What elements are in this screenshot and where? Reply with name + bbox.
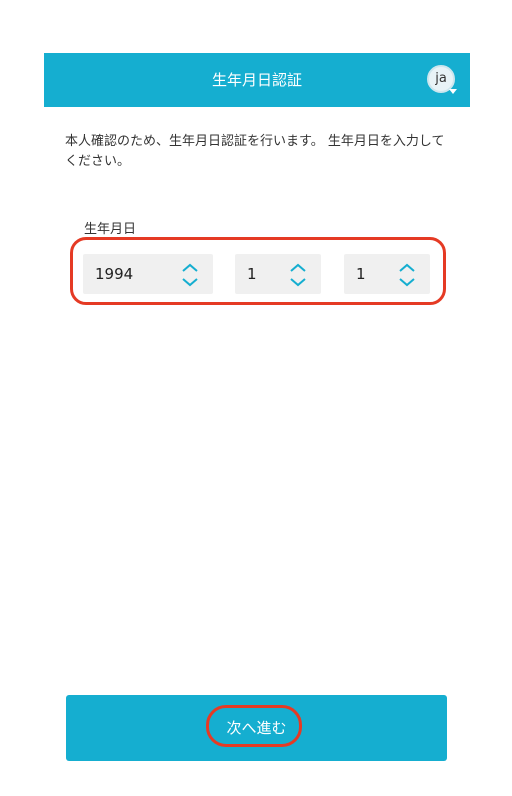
- month-picker[interactable]: 1: [235, 254, 321, 294]
- year-value: 1994: [95, 265, 134, 283]
- day-value: 1: [356, 265, 366, 283]
- dob-label: 生年月日: [84, 222, 137, 237]
- caret-down-icon: [449, 89, 457, 94]
- next-button-label: 次へ進む: [226, 719, 287, 737]
- app-header: 生年月日認証 ja: [44, 53, 470, 107]
- instruction-text: 本人確認のため、生年月日認証を行います。 生年月日を入力してください。: [65, 134, 445, 169]
- language-code: ja: [435, 71, 447, 86]
- chevron-up-down-icon[interactable]: [181, 262, 199, 288]
- next-button[interactable]: 次へ進む: [66, 695, 447, 761]
- dob-picker-group: 1994 1 1: [70, 237, 446, 305]
- day-picker[interactable]: 1: [344, 254, 430, 294]
- year-picker[interactable]: 1994: [83, 254, 213, 294]
- page-title: 生年月日認証: [211, 71, 302, 89]
- language-selector[interactable]: ja: [427, 65, 457, 94]
- chevron-up-down-icon[interactable]: [289, 262, 307, 288]
- chevron-up-down-icon[interactable]: [398, 262, 416, 288]
- month-value: 1: [247, 265, 257, 283]
